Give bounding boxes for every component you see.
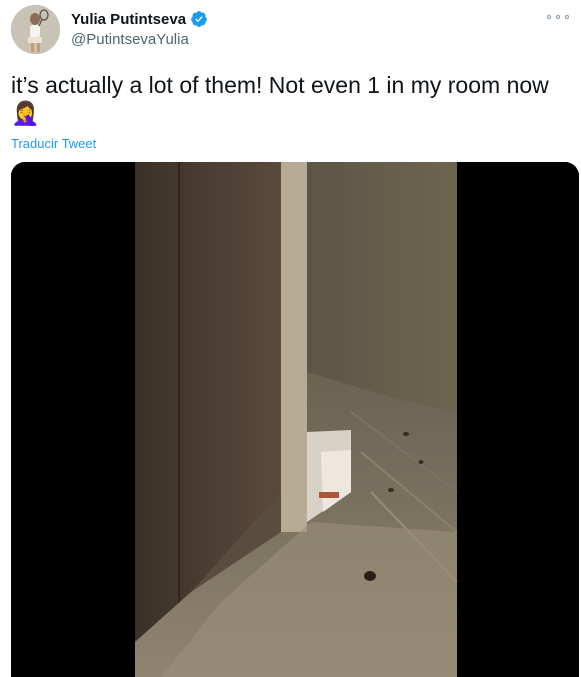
tweet-body: it’s actually a lot of them! Not even 1 … [11,72,549,98]
author-handle[interactable]: @PutintsevaYulia [71,31,189,48]
author-name-row[interactable]: Yulia Putintseva [71,10,208,28]
author-display-name[interactable]: Yulia Putintseva [71,11,186,28]
avatar-image [11,5,60,54]
tweet-video[interactable] [11,162,579,677]
avatar[interactable] [11,5,60,54]
translate-tweet-link[interactable]: Traducir Tweet [11,136,96,151]
facepalm-emoji-icon: 🤦‍♀️ [11,100,40,126]
more-options-icon[interactable] [547,9,569,25]
video-frame-image [11,162,579,677]
tweet-text: it’s actually a lot of them! Not even 1 … [11,71,571,127]
verified-badge-icon [191,11,207,27]
